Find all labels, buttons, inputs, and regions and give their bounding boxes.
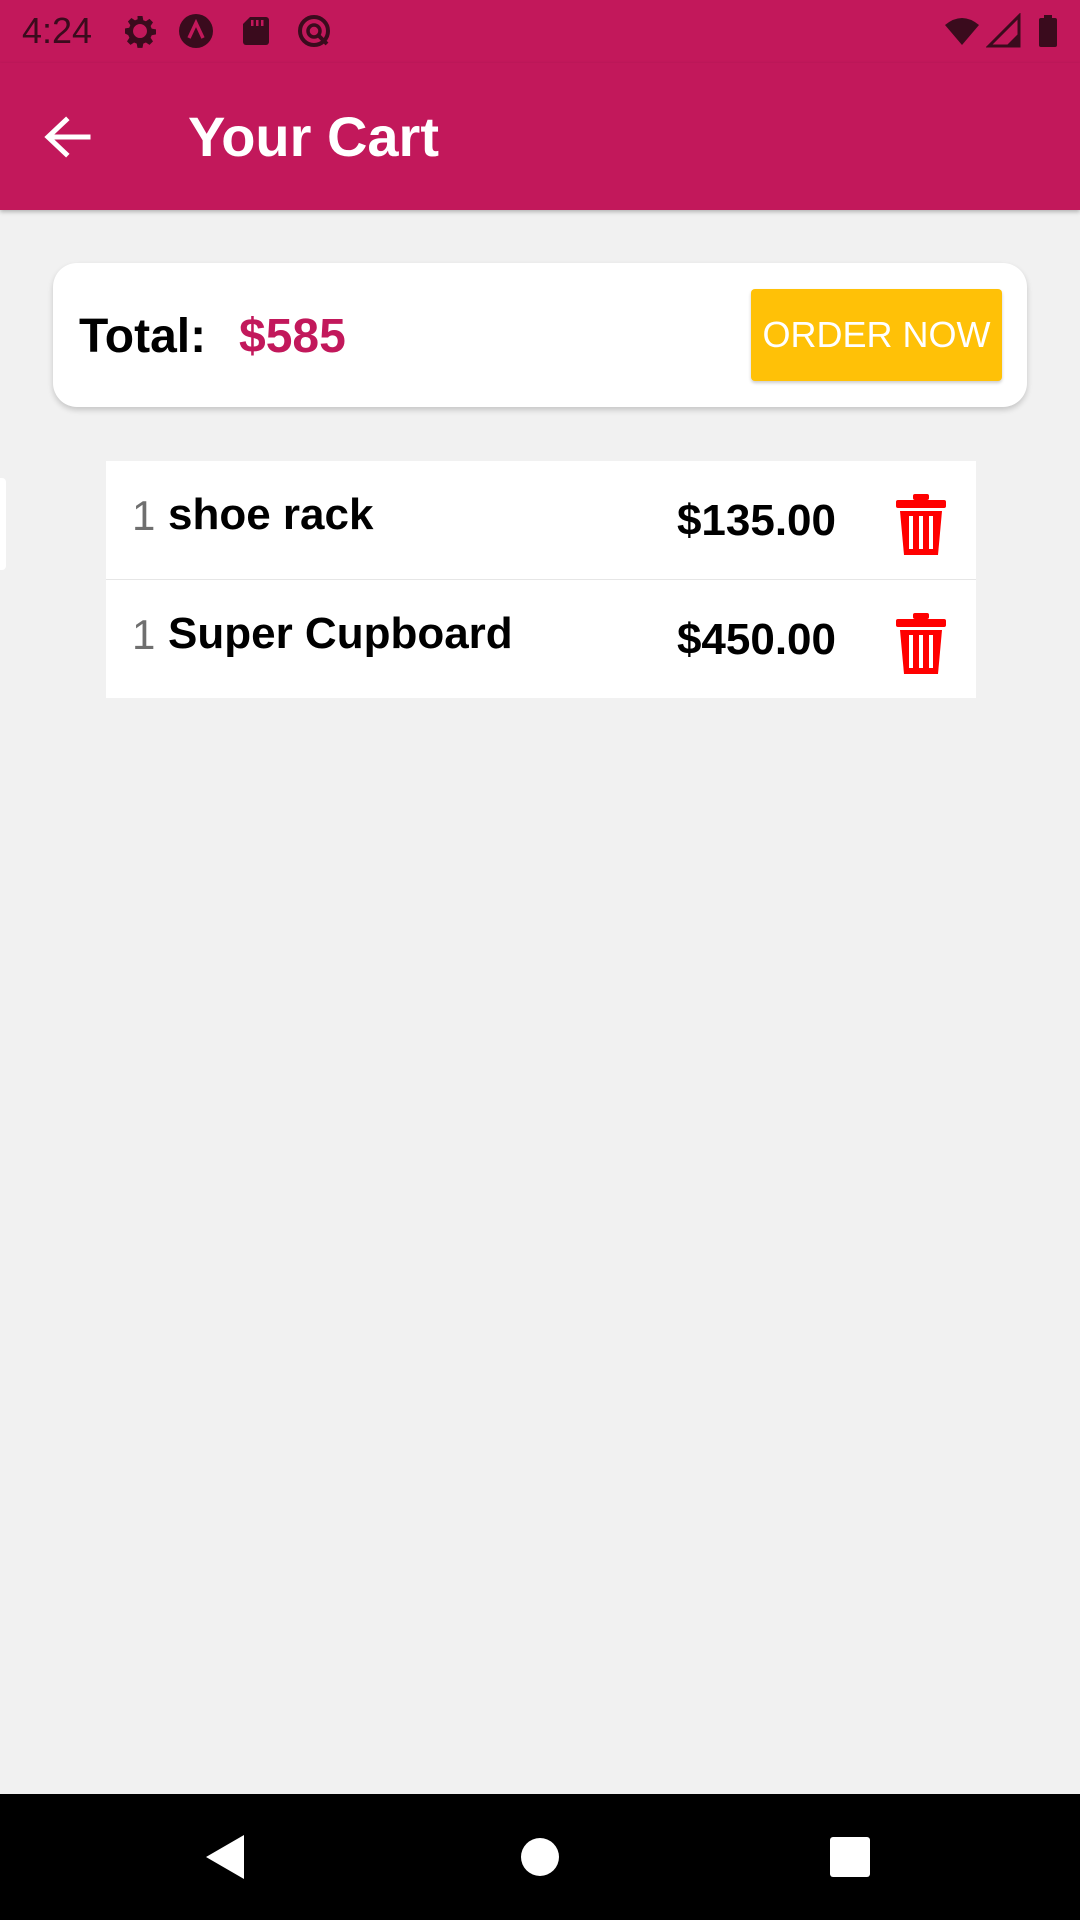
- total-card: Total: $585 ORDER NOW: [53, 263, 1027, 407]
- total-amount: $585: [239, 310, 346, 363]
- item-name: Super Cupboard: [168, 609, 513, 658]
- home-circle-icon: [510, 1827, 570, 1887]
- order-now-button[interactable]: ORDER NOW: [751, 289, 1002, 381]
- nav-back-button[interactable]: [196, 1827, 256, 1887]
- nav-home-button[interactable]: [510, 1827, 570, 1887]
- signal-icon: [986, 13, 1022, 49]
- cart-item-row: 1 Super Cupboard $450.00: [106, 580, 976, 698]
- cart-list: 1 shoe rack $135.00 1 Super Cupboard $45…: [106, 461, 976, 698]
- drawer-edge-hint: [0, 478, 6, 570]
- sd-card-icon: [238, 13, 274, 49]
- status-bar: 4:24: [0, 0, 1080, 63]
- trash-icon: [894, 612, 948, 676]
- navigation-bar: [0, 1794, 1080, 1920]
- item-price: $450.00: [676, 615, 836, 664]
- item-price: $135.00: [676, 496, 836, 545]
- item-quantity: 1: [132, 611, 156, 658]
- cart-item-row: 1 shoe rack $135.00: [106, 461, 976, 580]
- status-time: 4:24: [22, 10, 93, 51]
- sync-disabled-icon: [296, 13, 332, 49]
- trash-icon: [894, 493, 948, 557]
- total-label: Total:: [79, 310, 207, 363]
- nav-recents-button[interactable]: [820, 1827, 880, 1887]
- back-triangle-icon: [196, 1827, 256, 1887]
- delete-item-button[interactable]: [894, 493, 948, 557]
- delete-item-button[interactable]: [894, 612, 948, 676]
- page-title: Your Cart: [188, 105, 439, 168]
- item-quantity: 1: [132, 492, 156, 539]
- arrow-back-icon: [36, 109, 100, 165]
- recents-square-icon: [820, 1827, 880, 1887]
- app-badge-icon: [178, 13, 214, 49]
- battery-icon: [1030, 13, 1066, 49]
- item-name: shoe rack: [168, 490, 374, 539]
- gear-icon: [122, 13, 158, 49]
- wifi-icon: [944, 13, 980, 49]
- back-button[interactable]: [36, 109, 100, 165]
- app-bar: Your Cart: [0, 63, 1080, 210]
